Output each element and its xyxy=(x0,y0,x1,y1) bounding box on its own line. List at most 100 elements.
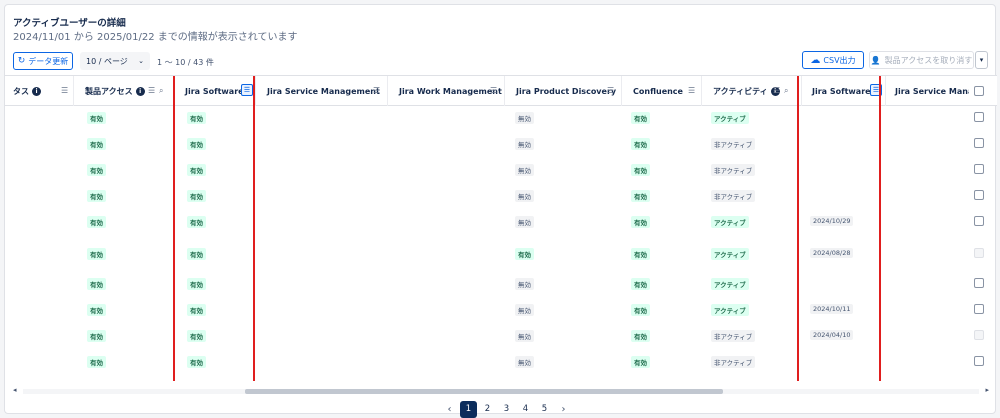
row-checkbox[interactable] xyxy=(974,164,984,174)
column-header-jira-product-discovery[interactable]: Jira Product Discovery xyxy=(504,76,621,106)
product-access-lozenge: 有効 xyxy=(87,216,106,228)
product-access-lozenge: 有効 xyxy=(87,112,106,124)
column-header-jira-work-management[interactable]: Jira Work Management xyxy=(387,76,504,106)
row-checkbox[interactable] xyxy=(974,138,984,148)
column-header-jira-service-manage[interactable]: Jira Service Manage xyxy=(885,76,969,106)
scroll-right-icon[interactable]: ▸ xyxy=(985,386,989,394)
confluence-lozenge: 有効 xyxy=(631,164,650,176)
page-title: アクティブユーザーの詳細 xyxy=(13,18,126,29)
product-access-lozenge: 有効 xyxy=(87,330,106,342)
jpd-lozenge: 有効 xyxy=(515,248,534,260)
page-1-button[interactable]: 1 xyxy=(460,400,477,418)
confluence-lozenge: 有効 xyxy=(631,356,650,368)
scrollbar-thumb[interactable] xyxy=(245,389,723,394)
confluence-lozenge: 有効 xyxy=(631,278,650,290)
pagination: ‹ 1 2 3 4 5 › xyxy=(441,400,572,418)
jira-software-lozenge: 有効 xyxy=(187,164,206,176)
csv-export-button[interactable]: ☁ CSV出力 xyxy=(802,51,864,69)
cloud-download-icon: ☁ xyxy=(810,54,821,66)
activity-lozenge: 非アクティブ xyxy=(711,138,756,150)
jpd-lozenge: 無効 xyxy=(515,304,534,316)
row-checkbox[interactable] xyxy=(974,248,984,258)
revoke-access-button[interactable]: 👤 製品アクセスを取り消す xyxy=(869,51,974,69)
filter-search-icon[interactable]: ⌕ xyxy=(784,86,788,96)
jira-software-lozenge: 有効 xyxy=(187,190,206,202)
activity-lozenge: アクティブ xyxy=(711,304,749,316)
last-active-date: 2024/04/10 xyxy=(810,330,854,340)
per-page-value: 10 / ページ xyxy=(86,56,128,66)
jpd-lozenge: 無効 xyxy=(515,356,534,368)
filter-icon[interactable]: ☰ xyxy=(490,86,497,95)
activity-lozenge: 非アクティブ xyxy=(711,356,756,368)
select-all-checkbox[interactable] xyxy=(974,86,984,96)
product-access-lozenge: 有効 xyxy=(87,190,106,202)
product-access-lozenge: 有効 xyxy=(87,248,106,260)
jira-software-lozenge: 有効 xyxy=(187,278,206,290)
filter-icon[interactable]: ☰ xyxy=(773,86,780,95)
confluence-lozenge: 有効 xyxy=(631,190,650,202)
info-icon[interactable]: i xyxy=(32,86,41,96)
refresh-button[interactable]: ↻ データ更新 xyxy=(13,52,73,70)
row-checkbox[interactable] xyxy=(974,278,984,288)
table-header: タス i ☰ 製品アクセス i ☰ ⌕ Jira Software ☰ Jira S… xyxy=(5,76,997,106)
row-checkbox[interactable] xyxy=(974,112,984,122)
last-active-date: 2024/10/11 xyxy=(810,304,854,314)
jpd-lozenge: 無効 xyxy=(515,164,534,176)
filter-icon[interactable]: ☰ xyxy=(373,86,380,95)
jira-software-lozenge: 有効 xyxy=(187,248,206,260)
page-5-button[interactable]: 5 xyxy=(536,401,553,418)
page-2-button[interactable]: 2 xyxy=(479,401,496,418)
chevron-down-icon: ▾ xyxy=(979,56,984,64)
row-checkbox[interactable] xyxy=(974,304,984,314)
page-3-button[interactable]: 3 xyxy=(498,401,515,418)
chevron-right-icon[interactable]: › xyxy=(555,401,572,418)
active-users-card: アクティブユーザーの詳細 2024/11/01 から 2025/01/22 まで… xyxy=(4,4,997,418)
filter-icon[interactable]: ☰ xyxy=(148,86,155,95)
refresh-label: データ更新 xyxy=(28,56,69,66)
product-access-lozenge: 有効 xyxy=(87,304,106,316)
column-header-product-access[interactable]: 製品アクセス i xyxy=(73,76,173,106)
scroll-left-icon[interactable]: ◂ xyxy=(13,386,17,394)
row-checkbox[interactable] xyxy=(974,190,984,200)
per-page-select[interactable]: 10 / ページ ⌄ xyxy=(80,52,150,70)
filter-icon[interactable]: ☰ xyxy=(688,86,695,95)
product-access-lozenge: 有効 xyxy=(87,164,106,176)
page-subtitle: 2024/11/01 から 2025/01/22 までの情報が表示されています xyxy=(13,32,298,43)
chevron-left-icon[interactable]: ‹ xyxy=(441,401,458,418)
jira-software-lozenge: 有効 xyxy=(187,138,206,150)
revoke-label: 製品アクセスを取り消す xyxy=(884,55,973,65)
horizontal-scrollbar[interactable]: ◂ ▸ xyxy=(13,386,989,396)
activity-lozenge: アクティブ xyxy=(711,278,749,290)
row-checkbox[interactable] xyxy=(974,356,984,366)
filter-icon[interactable]: ☰ xyxy=(241,84,253,96)
more-actions-dropdown[interactable]: ▾ xyxy=(975,51,988,69)
last-active-date: 2024/08/28 xyxy=(810,248,854,258)
last-active-date: 2024/10/29 xyxy=(810,216,854,226)
filter-search-icon[interactable]: ⌕ xyxy=(159,86,163,96)
row-checkbox[interactable] xyxy=(974,216,984,226)
toolbar: ↻ データ更新 10 / ページ ⌄ 1 〜 10 / 43 件 ☁ CSV出力… xyxy=(5,51,997,73)
confluence-lozenge: 有効 xyxy=(631,330,650,342)
info-icon[interactable]: i xyxy=(135,86,145,96)
filter-icon[interactable]: ☰ xyxy=(607,86,614,95)
jpd-lozenge: 無効 xyxy=(515,216,534,228)
filter-icon[interactable]: ☰ xyxy=(870,84,882,96)
user-icon: 👤 xyxy=(870,55,881,65)
chevron-down-icon: ⌄ xyxy=(138,57,144,65)
jira-software-lozenge: 有効 xyxy=(187,216,206,228)
page-4-button[interactable]: 4 xyxy=(517,401,534,418)
highlight-jira-software-column xyxy=(173,76,255,381)
column-header-jira-service-management[interactable]: Jira Service Management xyxy=(255,76,387,106)
jpd-lozenge: 無効 xyxy=(515,190,534,202)
jira-software-lozenge: 有効 xyxy=(187,356,206,368)
activity-lozenge: 非アクティブ xyxy=(711,164,756,176)
row-checkbox[interactable] xyxy=(974,330,984,340)
jpd-lozenge: 無効 xyxy=(515,278,534,290)
confluence-lozenge: 有効 xyxy=(631,304,650,316)
jpd-lozenge: 無効 xyxy=(515,138,534,150)
product-access-lozenge: 有効 xyxy=(87,138,106,150)
activity-lozenge: 非アクティブ xyxy=(711,330,756,342)
confluence-lozenge: 有効 xyxy=(631,216,650,228)
confluence-lozenge: 有効 xyxy=(631,112,650,124)
filter-icon[interactable]: ☰ xyxy=(61,86,68,95)
